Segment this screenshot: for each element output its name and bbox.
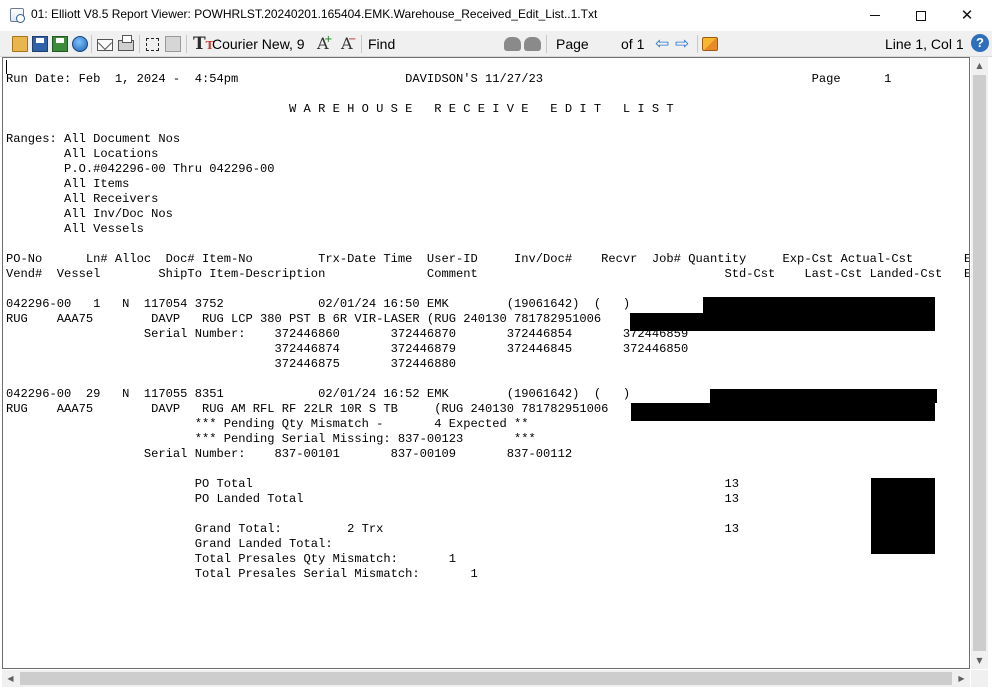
scroll-down-icon[interactable]: ▼: [971, 652, 988, 669]
font-name-button[interactable]: Courier New, 9: [212, 35, 305, 53]
redaction-block: [871, 478, 935, 554]
vertical-scrollbar[interactable]: ▲ ▼: [971, 57, 988, 669]
size-grip[interactable]: [971, 670, 988, 687]
report-line: 372446875 372446880: [6, 357, 456, 371]
report-line: All Receivers: [6, 192, 159, 206]
report-line: All Inv/Doc Nos: [6, 207, 173, 221]
toolbar-separator: [139, 35, 140, 53]
report-line: Total Presales Qty Mismatch: 1: [6, 552, 456, 566]
scroll-left-icon[interactable]: ◀: [2, 670, 19, 687]
toolbar-separator: [186, 35, 187, 53]
close-button[interactable]: ✕: [944, 0, 990, 31]
report-line: [6, 117, 969, 132]
prev-page-icon[interactable]: ⇦: [655, 35, 669, 53]
cursor-position: Line 1, Col 1: [885, 36, 964, 52]
page-label: Page: [556, 36, 589, 52]
horizontal-scroll-thumb[interactable]: [20, 672, 952, 685]
report-line: PO Total 13: [6, 477, 740, 491]
report-line: Grand Landed Total:: [6, 537, 333, 551]
report-line: PO-No Ln# Alloc Doc# Item-No Trx-Date Ti…: [6, 252, 970, 266]
window-title: 01: Elliott V8.5 Report Viewer: POWHRLST…: [31, 7, 598, 21]
save-as-icon[interactable]: [52, 36, 68, 52]
vertical-scroll-thumb[interactable]: [973, 75, 986, 651]
report-viewer-app-icon: [10, 8, 25, 23]
toolbar-separator: [361, 35, 362, 53]
report-line: Vend# Vessel ShipTo Item-Description Com…: [6, 267, 970, 281]
font-smaller-icon[interactable]: A: [341, 30, 356, 54]
toolbar: TT Courier New, 9 A A Find Page 1 of 1 ⇦…: [0, 30, 992, 85]
horizontal-scrollbar[interactable]: ◀ ▶: [2, 670, 970, 687]
globe-icon[interactable]: [72, 36, 88, 52]
report-line: [6, 507, 969, 522]
report-line: [6, 282, 969, 297]
report-text-area[interactable]: Run Date: Feb 1, 2024 - 4:54pm DAVIDSON'…: [2, 57, 970, 669]
find-label: Find: [368, 36, 396, 52]
report-line: Grand Total: 2 Trx 13: [6, 522, 740, 536]
font-icon[interactable]: TT: [193, 35, 214, 55]
redaction-block: [631, 403, 935, 421]
report-line: P.O.#042296-00 Thru 042296-00: [6, 162, 275, 176]
find-next-icon[interactable]: [504, 37, 521, 51]
scroll-up-icon[interactable]: ▲: [971, 57, 988, 74]
report-line: [6, 372, 969, 387]
report-line: All Items: [6, 177, 130, 191]
export-icon[interactable]: [702, 37, 718, 51]
maximize-icon: [916, 10, 926, 21]
select-all-icon[interactable]: [146, 38, 159, 51]
maximize-button[interactable]: [898, 0, 944, 31]
help-icon[interactable]: ?: [971, 34, 989, 52]
report-line: PO Landed Total 13: [6, 492, 740, 506]
redaction-block: [630, 313, 935, 331]
minimize-icon: [870, 15, 880, 16]
font-larger-icon[interactable]: A: [317, 30, 332, 54]
page-total: of 1: [621, 36, 645, 52]
report-line: 372446874 372446879 372446845 372446850: [6, 342, 689, 356]
report-line: *** Pending Serial Missing: 837-00123 **…: [6, 432, 536, 446]
report-line: Run Date: Feb 1, 2024 - 4:54pm DAVIDSON'…: [6, 72, 892, 86]
report-line: Total Presales Serial Mismatch: 1: [6, 567, 478, 581]
report-line: [6, 87, 969, 102]
toolbar-separator: [697, 35, 698, 53]
open-icon[interactable]: [12, 36, 28, 52]
report-line: Serial Number: 837-00101 837-00109 837-0…: [6, 447, 573, 461]
print-icon[interactable]: [118, 35, 134, 51]
report-line: Ranges: All Document Nos: [6, 132, 181, 146]
find-prev-icon[interactable]: [524, 37, 541, 51]
report-line: W A R E H O U S E R E C E I V E E D I T …: [6, 102, 674, 116]
redaction-block: [710, 389, 937, 403]
next-page-icon[interactable]: ⇨: [675, 35, 689, 53]
report-line: All Locations: [6, 147, 159, 161]
title-bar: 01: Elliott V8.5 Report Viewer: POWHRLST…: [0, 0, 992, 31]
toolbar-separator: [91, 35, 92, 53]
save-icon[interactable]: [32, 36, 48, 52]
toolbar-separator: [546, 35, 547, 53]
copy-icon[interactable]: [165, 36, 181, 52]
minimize-button[interactable]: [852, 0, 898, 31]
redaction-block: [703, 297, 935, 313]
scroll-right-icon[interactable]: ▶: [953, 670, 970, 687]
report-line: [6, 462, 969, 477]
report-line: [6, 237, 969, 252]
email-icon[interactable]: [97, 39, 113, 51]
report-line: All Vessels: [6, 222, 144, 236]
close-icon: ✕: [960, 6, 974, 24]
